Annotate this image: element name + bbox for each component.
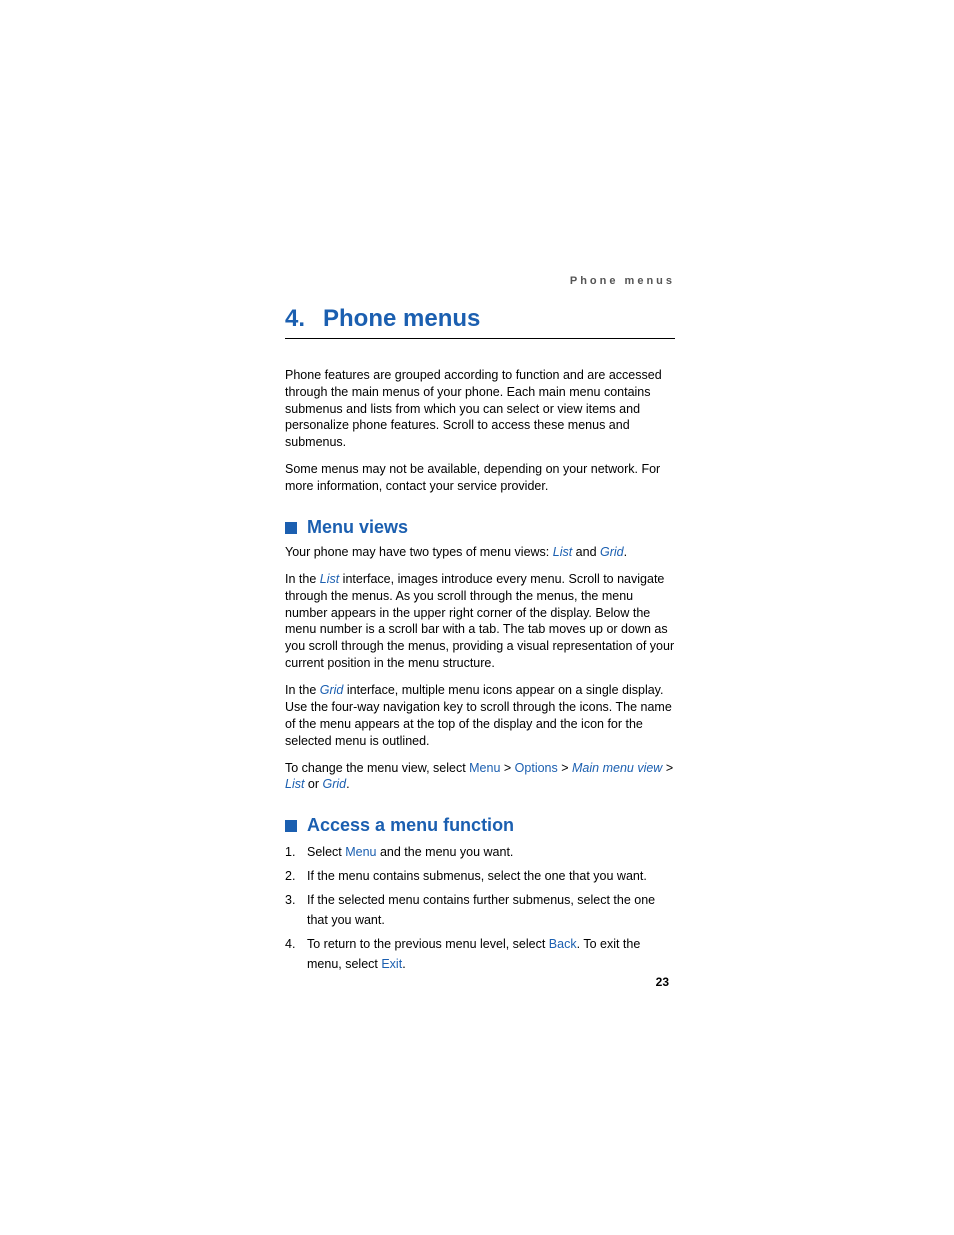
grid-term: Grid [323, 777, 347, 791]
menu-term: Menu [345, 845, 376, 859]
text-run: . [624, 545, 627, 559]
text-run: To change the menu view, select [285, 761, 469, 775]
breadcrumb-separator: > [500, 761, 514, 775]
breadcrumb-separator: > [558, 761, 572, 775]
text-run: To return to the previous menu level, se… [307, 937, 549, 951]
text-run: Select [307, 845, 345, 859]
text-run: Your phone may have two types of menu vi… [285, 545, 553, 559]
step-4: To return to the previous menu level, se… [285, 934, 675, 974]
square-bullet-icon [285, 820, 297, 832]
page-number: 23 [656, 975, 669, 989]
menu-views-p1: Your phone may have two types of menu vi… [285, 544, 675, 561]
text-run: . [346, 777, 349, 791]
running-header: Phone menus [285, 275, 675, 287]
grid-term: Grid [600, 545, 624, 559]
section-access-menu-title: Access a menu function [285, 815, 675, 836]
menu-views-p2: In the List interface, images introduce … [285, 571, 675, 672]
intro-paragraph-1: Phone features are grouped according to … [285, 367, 675, 451]
chapter-number: 4. [285, 305, 305, 332]
section-title-text: Access a menu function [307, 815, 514, 835]
text-run: interface, multiple menu icons appear on… [285, 683, 672, 748]
menu-term: Menu [469, 761, 500, 775]
list-term: List [320, 572, 339, 586]
menu-views-p3: In the Grid interface, multiple menu ico… [285, 682, 675, 750]
text-run: . [402, 957, 405, 971]
access-menu-steps: Select Menu and the menu you want. If th… [285, 842, 675, 974]
text-run: and [572, 545, 600, 559]
text-run: In the [285, 572, 320, 586]
menu-views-p4: To change the menu view, select Menu > O… [285, 760, 675, 794]
step-2: If the menu contains submenus, select th… [285, 866, 675, 886]
text-run: In the [285, 683, 320, 697]
text-run: and the menu you want. [377, 845, 514, 859]
chapter-title: 4. Phone menus [285, 305, 675, 339]
list-term: List [285, 777, 304, 791]
intro-paragraph-2: Some menus may not be available, dependi… [285, 461, 675, 495]
grid-term: Grid [320, 683, 344, 697]
text-run: or [304, 777, 322, 791]
page-content: Phone menus 4. Phone menus Phone features… [285, 275, 675, 978]
section-title-text: Menu views [307, 517, 408, 537]
square-bullet-icon [285, 522, 297, 534]
options-term: Options [515, 761, 558, 775]
exit-term: Exit [381, 957, 402, 971]
step-1: Select Menu and the menu you want. [285, 842, 675, 862]
step-3: If the selected menu contains further su… [285, 890, 675, 930]
text-run: interface, images introduce every menu. … [285, 572, 674, 670]
back-term: Back [549, 937, 577, 951]
main-menu-view-term: Main menu view [572, 761, 662, 775]
chapter-title-text: Phone menus [323, 305, 480, 332]
list-term: List [553, 545, 572, 559]
breadcrumb-separator: > [662, 761, 673, 775]
section-menu-views-title: Menu views [285, 517, 675, 538]
